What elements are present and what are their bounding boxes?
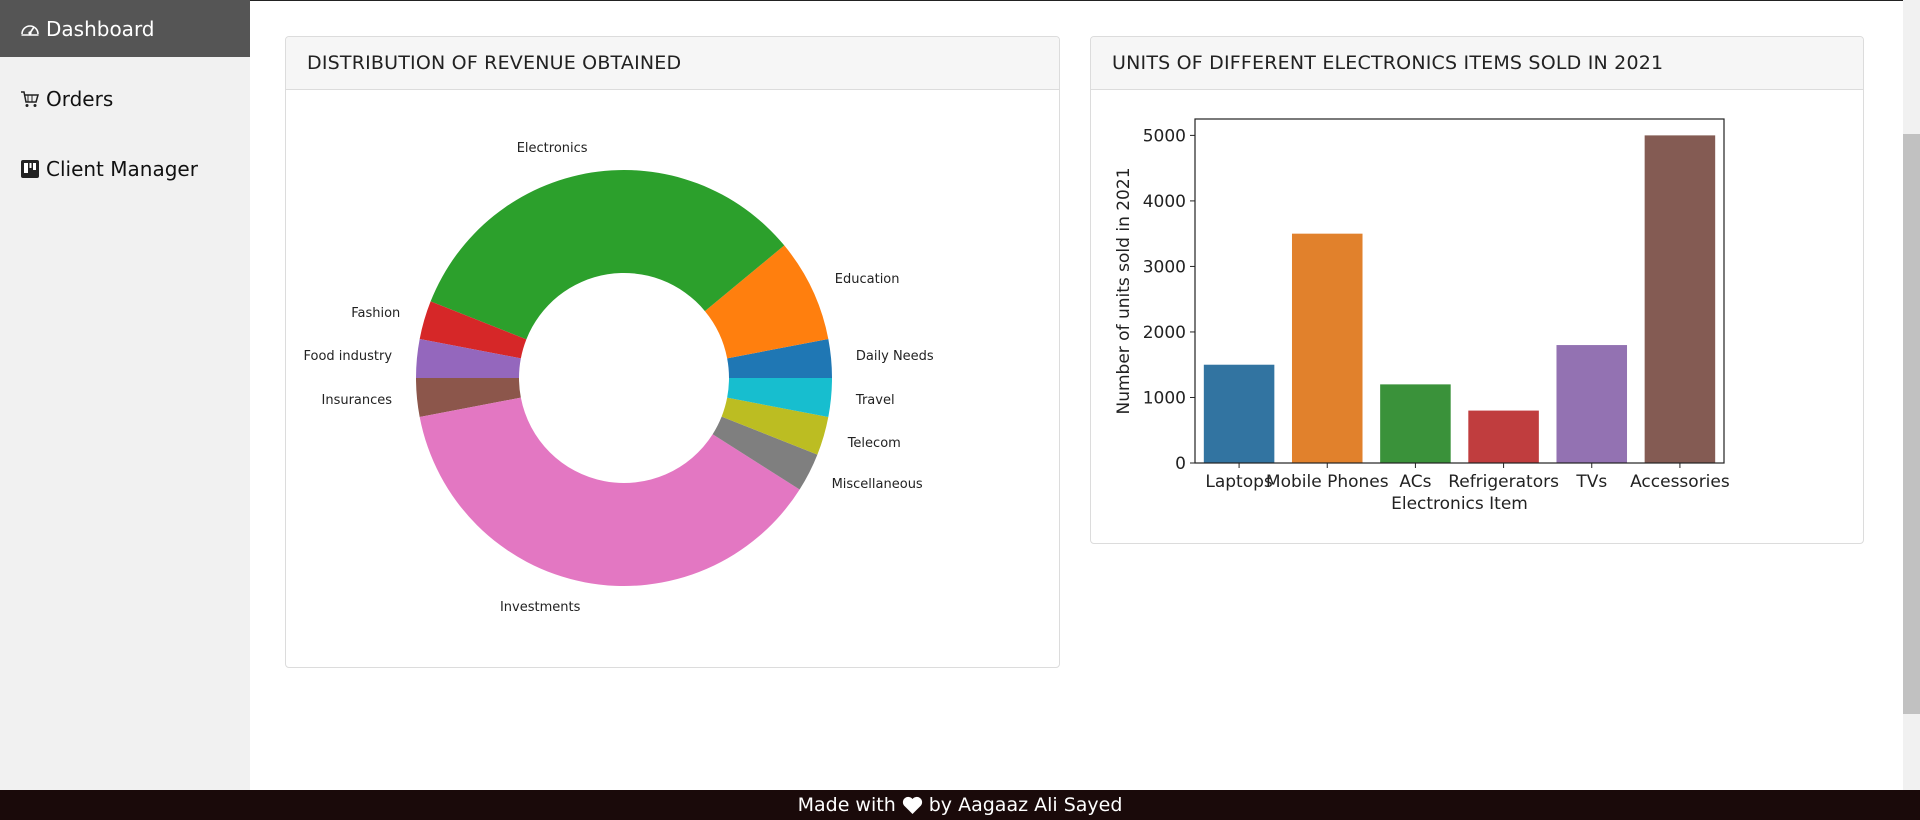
x-tick-label-mobile-phones: Mobile Phones [1266,472,1389,492]
y-tick-label: 1000 [1143,388,1186,408]
donut-label-daily-needs: Daily Needs [856,349,934,364]
donut-label-investments: Investments [500,600,581,615]
heart-icon [902,796,923,815]
x-axis-label: Electronics Item [1391,494,1528,514]
sidebar-item-label: Dashboard [46,16,155,41]
y-tick-label: 5000 [1143,126,1186,146]
bar-mobile-phones [1291,233,1363,463]
y-tick-label: 4000 [1143,192,1186,212]
donut-label-electronics: Electronics [517,141,588,156]
bar-acs [1380,384,1451,463]
x-tick-label-accessories: Accessories [1630,472,1730,492]
bar-refrigerators [1468,410,1539,463]
electronics-units-card: UNITS OF DIFFERENT ELECTRONICS ITEMS SOL… [1090,36,1864,544]
donut-label-fashion: Fashion [351,306,400,321]
units-bar-chart: LaptopsMobile Phones ACs Refrigerators TVs A… [1114,118,1730,514]
sidebar-item-label: Client Manager [46,156,198,181]
x-tick-label-acs: ACs [1399,472,1431,492]
sidebar-item-client-manager[interactable]: Client Manager [0,140,250,197]
bar-accessories [1644,135,1716,463]
donut-label-education: Education [835,272,900,287]
revenue-distribution-card: DISTRIBUTION OF REVENUE OBTAINED Daily N… [285,36,1060,668]
donut-label-food-industry: Food industry [304,349,393,364]
y-axis-label: Number of units sold in 2021 [1114,167,1134,414]
y-tick-label: 0 [1175,454,1186,474]
sidebar: Dashboard Orders Client Manager [0,0,250,790]
sidebar-item-dashboard[interactable]: Dashboard [0,0,250,57]
scrollbar-thumb[interactable] [1903,134,1920,714]
x-tick-label-laptops: Laptops [1205,472,1273,492]
speedometer-icon [20,19,40,39]
donut-label-telecom: Telecom [847,436,901,451]
kanban-icon [20,159,40,179]
x-tick-label-tvs: TVs [1575,472,1607,492]
cart-icon [20,89,40,109]
top-divider [250,0,1905,1]
revenue-donut-chart: Daily Needs Education Electronics Fashion Fo… [304,141,934,615]
sidebar-item-orders[interactable]: Orders [0,70,250,127]
donut-label-miscellaneous: Miscellaneous [832,477,923,492]
dashboard-page: Dashboard Orders Client Manager DISTRIBU… [0,0,1920,820]
y-tick-label: 3000 [1143,257,1186,277]
donut-label-insurances: Insurances [322,393,393,408]
donut-label-travel: Travel [855,393,895,408]
x-tick-label-refrigerators: Refrigerators [1448,472,1559,492]
footer-text-after: by Aagaaz Ali Sayed [928,794,1123,816]
footer-text-before: Made with [797,794,896,816]
bar-tvs [1556,345,1628,463]
y-tick-label: 2000 [1143,323,1186,343]
sidebar-item-label: Orders [46,86,114,111]
bar-laptops [1203,364,1275,463]
footer: Made with by Aagaaz Ali Sayed [0,790,1920,820]
